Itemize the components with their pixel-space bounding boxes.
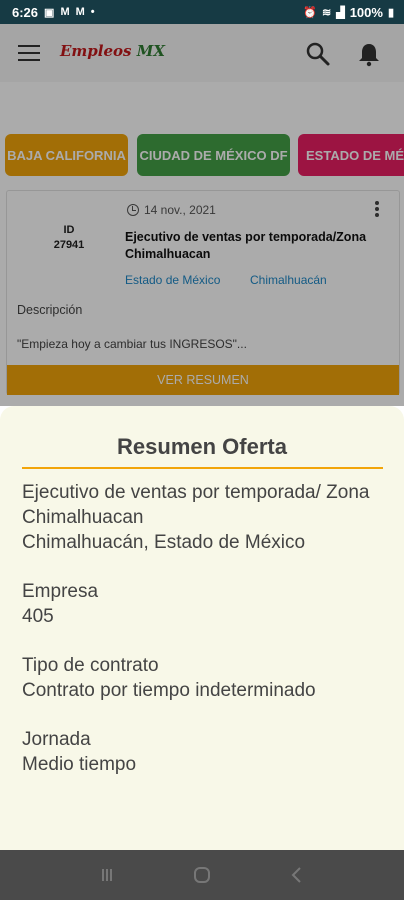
- more-notifications-icon: •: [90, 6, 95, 18]
- sheet-body: Ejecutivo de ventas por temporada/ Zona …: [22, 480, 392, 801]
- summary-location: Chimalhuacán, Estado de México: [22, 532, 306, 553]
- schedule-value: Medio tiempo: [22, 754, 137, 775]
- recent-apps-icon[interactable]: [98, 866, 116, 884]
- company-value: 405: [22, 606, 54, 627]
- back-icon[interactable]: [288, 866, 306, 884]
- modal-scrim[interactable]: [0, 24, 404, 406]
- sheet-divider: [22, 467, 383, 469]
- signal-icon: ▟: [336, 6, 345, 19]
- contract-value: Contrato por tiempo indeterminado: [22, 680, 316, 701]
- status-time: 6:26: [12, 4, 39, 20]
- resumen-bottom-sheet: Resumen Oferta Ejecutivo de ventas por t…: [0, 406, 404, 850]
- gmail-notification-icon-2: M: [75, 6, 85, 18]
- alarm-icon: ⏰: [303, 6, 317, 19]
- system-nav-bar: [0, 850, 404, 900]
- status-bar: 6:26 ▣ M M • ⏰ ≋ ▟ 100% ▮: [0, 0, 404, 24]
- battery-icon: ▮: [387, 6, 394, 19]
- company-label: Empresa: [22, 581, 99, 602]
- contract-label: Tipo de contrato: [22, 655, 159, 676]
- sheet-title: Resumen Oferta: [117, 434, 287, 459]
- summary-job-title: Ejecutivo de ventas por temporada/ Zona …: [22, 482, 370, 528]
- battery-level: 100%: [349, 4, 383, 20]
- gmail-notification-icon: M: [60, 6, 70, 18]
- image-notification-icon: ▣: [44, 6, 55, 19]
- schedule-label: Jornada: [22, 729, 91, 750]
- home-icon[interactable]: [193, 866, 211, 884]
- wifi-icon: ≋: [322, 6, 332, 19]
